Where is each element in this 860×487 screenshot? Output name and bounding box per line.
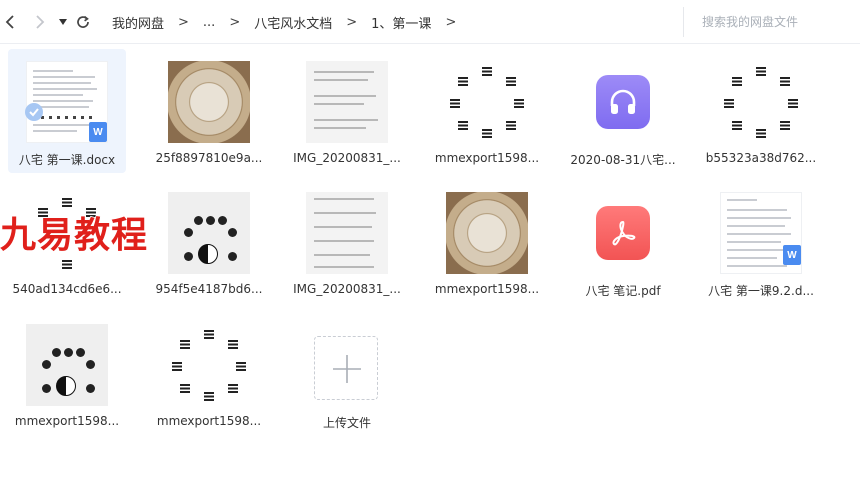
bagua-image-thumbnail [446,61,528,143]
search-input[interactable] [702,15,852,29]
file-item[interactable]: mmexport1598... [8,312,126,436]
breadcrumb-separator: > [178,14,189,30]
file-name: IMG_20200831_... [293,282,401,296]
file-item[interactable]: b55323a38d762... [702,49,820,173]
headphones-icon [596,75,650,129]
bagua-image-thumbnail [720,61,802,143]
file-name: 八宅 笔记.pdf [585,284,661,298]
history-dropdown-icon[interactable] [53,11,73,33]
upload-button[interactable] [314,336,378,400]
file-item[interactable]: mmexport1598... [428,49,546,173]
upload-tile[interactable]: 上传文件 [288,312,406,436]
image-thumbnail [306,61,388,143]
audio-thumbnail [582,61,664,143]
toolbar: 我的网盘 > ... > 八宅风水文档 > 1、第一课 > [0,0,860,44]
back-icon[interactable] [0,11,20,33]
selected-check-icon[interactable] [25,103,43,121]
file-item[interactable]: W 八宅 第一课9.2.d... [702,180,820,304]
file-name: 25f8897810e9a... [155,151,263,165]
file-name: 八宅 第一课.docx [18,153,116,167]
breadcrumb-separator: > [346,14,358,30]
file-name: mmexport1598... [434,151,540,165]
image-thumbnail [446,192,528,274]
breadcrumb-current-folder[interactable]: 1、第一课 [371,13,431,32]
upload-label: 上传文件 [322,416,371,430]
file-item[interactable]: W 八宅 第一课.docx [8,49,126,173]
breadcrumb-separator: > [445,14,457,30]
chart-image-thumbnail [26,324,108,406]
chart-image-thumbnail [168,192,250,274]
breadcrumb-separator: > [229,14,241,30]
pdf-thumbnail [582,192,664,274]
search-box [683,7,855,37]
file-item[interactable]: IMG_20200831_... [288,180,406,304]
file-item[interactable]: 954f5e4187bd6... [150,180,268,304]
file-item[interactable]: mmexport1598... [428,180,546,304]
docx-thumbnail: W [720,192,802,274]
plus-icon [333,355,361,383]
file-item[interactable]: 25f8897810e9a... [150,49,268,173]
image-thumbnail [168,61,250,143]
watermark-text: 九易教程 [0,215,149,256]
word-icon: W [89,122,107,142]
docx-thumbnail: W [26,61,108,143]
breadcrumb-folder[interactable]: 八宅风水文档 [254,13,332,32]
file-name: IMG_20200831_... [293,151,401,165]
image-thumbnail [306,192,388,274]
file-item[interactable]: 八宅 笔记.pdf [564,180,682,304]
refresh-icon[interactable] [73,11,93,33]
file-name: 八宅 第一课9.2.d... [708,284,814,298]
breadcrumb-ellipsis[interactable]: ... [203,15,215,30]
word-icon: W [783,245,801,265]
file-item[interactable]: IMG_20200831_... [288,49,406,173]
file-name: mmexport1598... [434,282,540,296]
file-name: 954f5e4187bd6... [155,282,263,296]
file-item[interactable]: mmexport1598... [150,312,268,436]
file-item[interactable]: 2020-08-31八宅... [564,49,682,173]
forward-icon[interactable] [30,11,50,33]
file-name: mmexport1598... [14,414,120,428]
file-name: mmexport1598... [156,414,262,428]
bagua-image-thumbnail [168,324,250,406]
breadcrumb-my-drive[interactable]: 我的网盘 [112,13,164,32]
file-name: 540ad134cd6e6... [12,282,122,296]
file-name: b55323a38d762... [705,151,817,165]
file-name: 2020-08-31八宅... [570,153,676,167]
pdf-icon [596,206,650,260]
breadcrumb: 我的网盘 > ... > 八宅风水文档 > 1、第一课 > [112,0,470,44]
file-grid: W 八宅 第一课.docx 25f8897810e9a... IMG_20200… [0,44,860,487]
